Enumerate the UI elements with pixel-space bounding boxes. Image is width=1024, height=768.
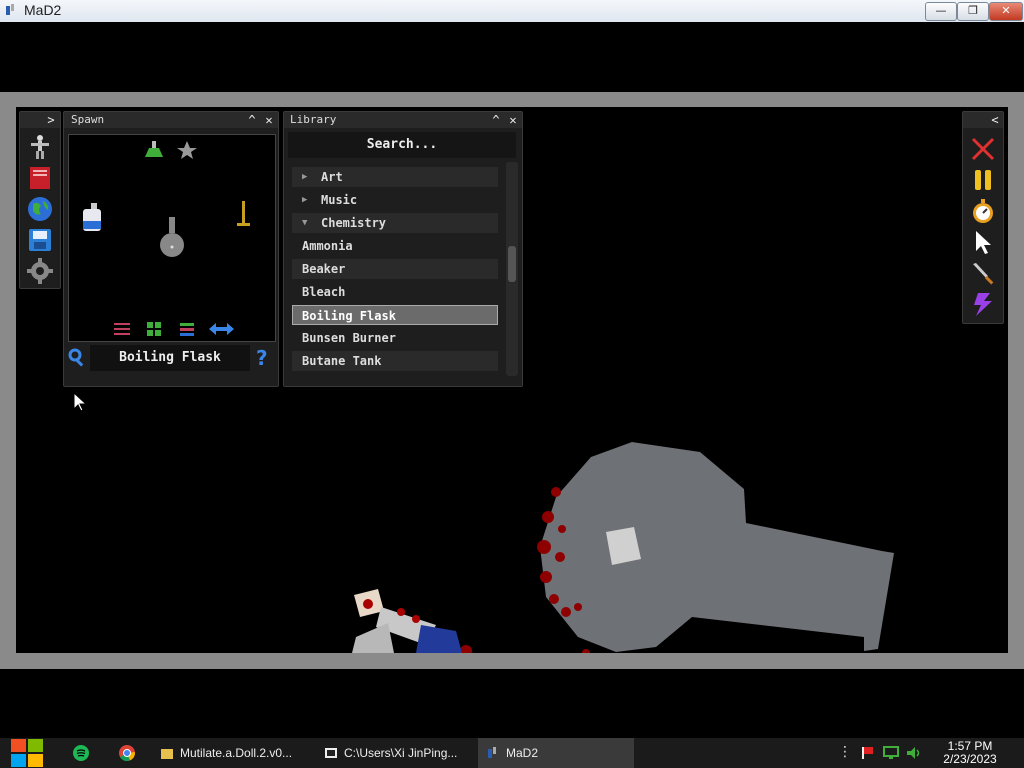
network-icon[interactable] <box>883 746 899 760</box>
doll-tool-icon[interactable] <box>27 134 53 160</box>
spawn-preview-area[interactable] <box>68 134 276 342</box>
spawn-panel-header: Spawn ^ ✕ <box>64 112 278 128</box>
grid-view-icon[interactable] <box>147 322 161 336</box>
library-panel-header: Library ^ ✕ <box>284 112 522 128</box>
library-panel-title: Library <box>290 113 337 126</box>
library-item-ammonia[interactable]: Ammonia <box>292 236 498 256</box>
bleach-bottle-icon[interactable] <box>83 203 101 231</box>
taskbar-task-file-explorer[interactable]: Mutilate.a.Doll.2.v0... <box>152 738 310 768</box>
window-title: MaD2 <box>24 2 62 18</box>
spawn-panel-title: Spawn <box>71 113 105 126</box>
stopwatch-icon[interactable] <box>970 198 996 224</box>
window-titlebar: MaD2 — ❐ ✕ <box>0 0 1024 23</box>
library-item-bleach[interactable]: Bleach <box>292 282 498 302</box>
library-collapse-button[interactable]: ^ <box>489 113 503 127</box>
more-options-icon[interactable]: ⋮ <box>838 744 852 760</box>
library-scrollbar[interactable] <box>506 162 518 376</box>
left-toolbar: > <box>19 111 61 289</box>
library-list: ▶ Art ▶ Music ▼ Chemistry Ammonia Beaker… <box>292 162 502 380</box>
star-icon[interactable] <box>177 141 197 159</box>
library-item-butane-tank[interactable]: Butane Tank <box>292 351 498 371</box>
search-icon[interactable] <box>68 348 86 368</box>
collapsed-arrow-icon: ▶ <box>302 195 308 205</box>
boiling-flask-preview[interactable] <box>160 217 184 257</box>
spawn-collapse-button[interactable]: ^ <box>245 113 259 127</box>
library-scroll-thumb[interactable] <box>508 246 516 282</box>
left-toolbar-header: > <box>20 112 60 128</box>
expanded-arrow-icon: ▼ <box>302 218 308 228</box>
filter-sliders-icon[interactable] <box>114 323 130 335</box>
library-search-input[interactable]: Search... <box>288 132 516 158</box>
library-panel: Library ^ ✕ Search... ▶ Art ▶ Music ▼ Ch… <box>283 111 523 387</box>
minimize-button[interactable]: — <box>925 2 957 21</box>
list-view-icon[interactable] <box>180 323 194 336</box>
spotify-icon[interactable] <box>73 745 89 761</box>
folder-icon <box>161 749 173 759</box>
mouse-cursor <box>73 392 87 412</box>
library-category-music[interactable]: ▶ Music <box>292 190 498 210</box>
library-category-chemistry[interactable]: ▼ Chemistry <box>292 213 498 233</box>
giant-flask[interactable] <box>540 442 894 652</box>
start-button[interactable] <box>10 738 44 768</box>
mad2-icon <box>488 747 496 758</box>
spawn-panel: Spawn ^ ✕ Boiling Flask ? <box>63 111 279 387</box>
delete-icon[interactable] <box>970 136 996 162</box>
volume-icon[interactable] <box>906 746 922 760</box>
swap-arrows-icon[interactable] <box>209 323 234 335</box>
ragdoll[interactable] <box>352 589 462 653</box>
help-button[interactable]: ? <box>256 346 268 370</box>
library-item-boiling-flask[interactable]: Boiling Flask <box>292 305 498 325</box>
pointer-icon[interactable] <box>970 229 996 255</box>
book-icon[interactable] <box>27 165 53 191</box>
flask-small-icon[interactable] <box>145 141 163 157</box>
right-toolbar-header: < <box>963 112 1003 128</box>
collapsed-arrow-icon: ▶ <box>302 172 308 182</box>
spawn-close-button[interactable]: ✕ <box>262 113 276 127</box>
taskbar-task-mad2[interactable]: MaD2 <box>478 738 634 768</box>
lightning-icon[interactable] <box>970 291 996 317</box>
bunsen-burner-icon[interactable] <box>237 201 250 226</box>
close-button[interactable]: ✕ <box>989 2 1023 21</box>
archive-icon <box>325 748 337 758</box>
globe-icon[interactable] <box>27 196 53 222</box>
right-toolbar: < <box>962 111 1004 324</box>
knife-icon[interactable] <box>970 260 996 286</box>
library-item-bunsen-burner[interactable]: Bunsen Burner <box>292 328 498 348</box>
app-icon <box>6 4 14 15</box>
collapse-toolbar-button[interactable]: < <box>988 113 1002 127</box>
library-close-button[interactable]: ✕ <box>506 113 520 127</box>
clock-date: 2/23/2023 <box>943 752 997 766</box>
maximize-button[interactable]: ❐ <box>957 2 989 21</box>
taskbar: Mutilate.a.Doll.2.v0... C:\Users\Xi JinP… <box>0 738 1024 768</box>
library-category-art[interactable]: ▶ Art <box>292 167 498 187</box>
library-item-beaker[interactable]: Beaker <box>292 259 498 279</box>
settings-gear-icon[interactable] <box>27 258 53 284</box>
flag-icon[interactable] <box>860 746 874 760</box>
spawn-selected-name: Boiling Flask <box>90 345 250 371</box>
spawn-preview <box>83 141 250 336</box>
taskbar-task-7zip[interactable]: C:\Users\Xi JinPing... <box>316 738 472 768</box>
pause-icon[interactable] <box>970 167 996 193</box>
chrome-icon[interactable] <box>119 745 135 761</box>
save-icon[interactable] <box>27 227 53 253</box>
expand-toolbar-button[interactable]: > <box>44 113 58 127</box>
taskbar-clock[interactable]: 1:57 PM 2/23/2023 <box>934 740 1006 766</box>
